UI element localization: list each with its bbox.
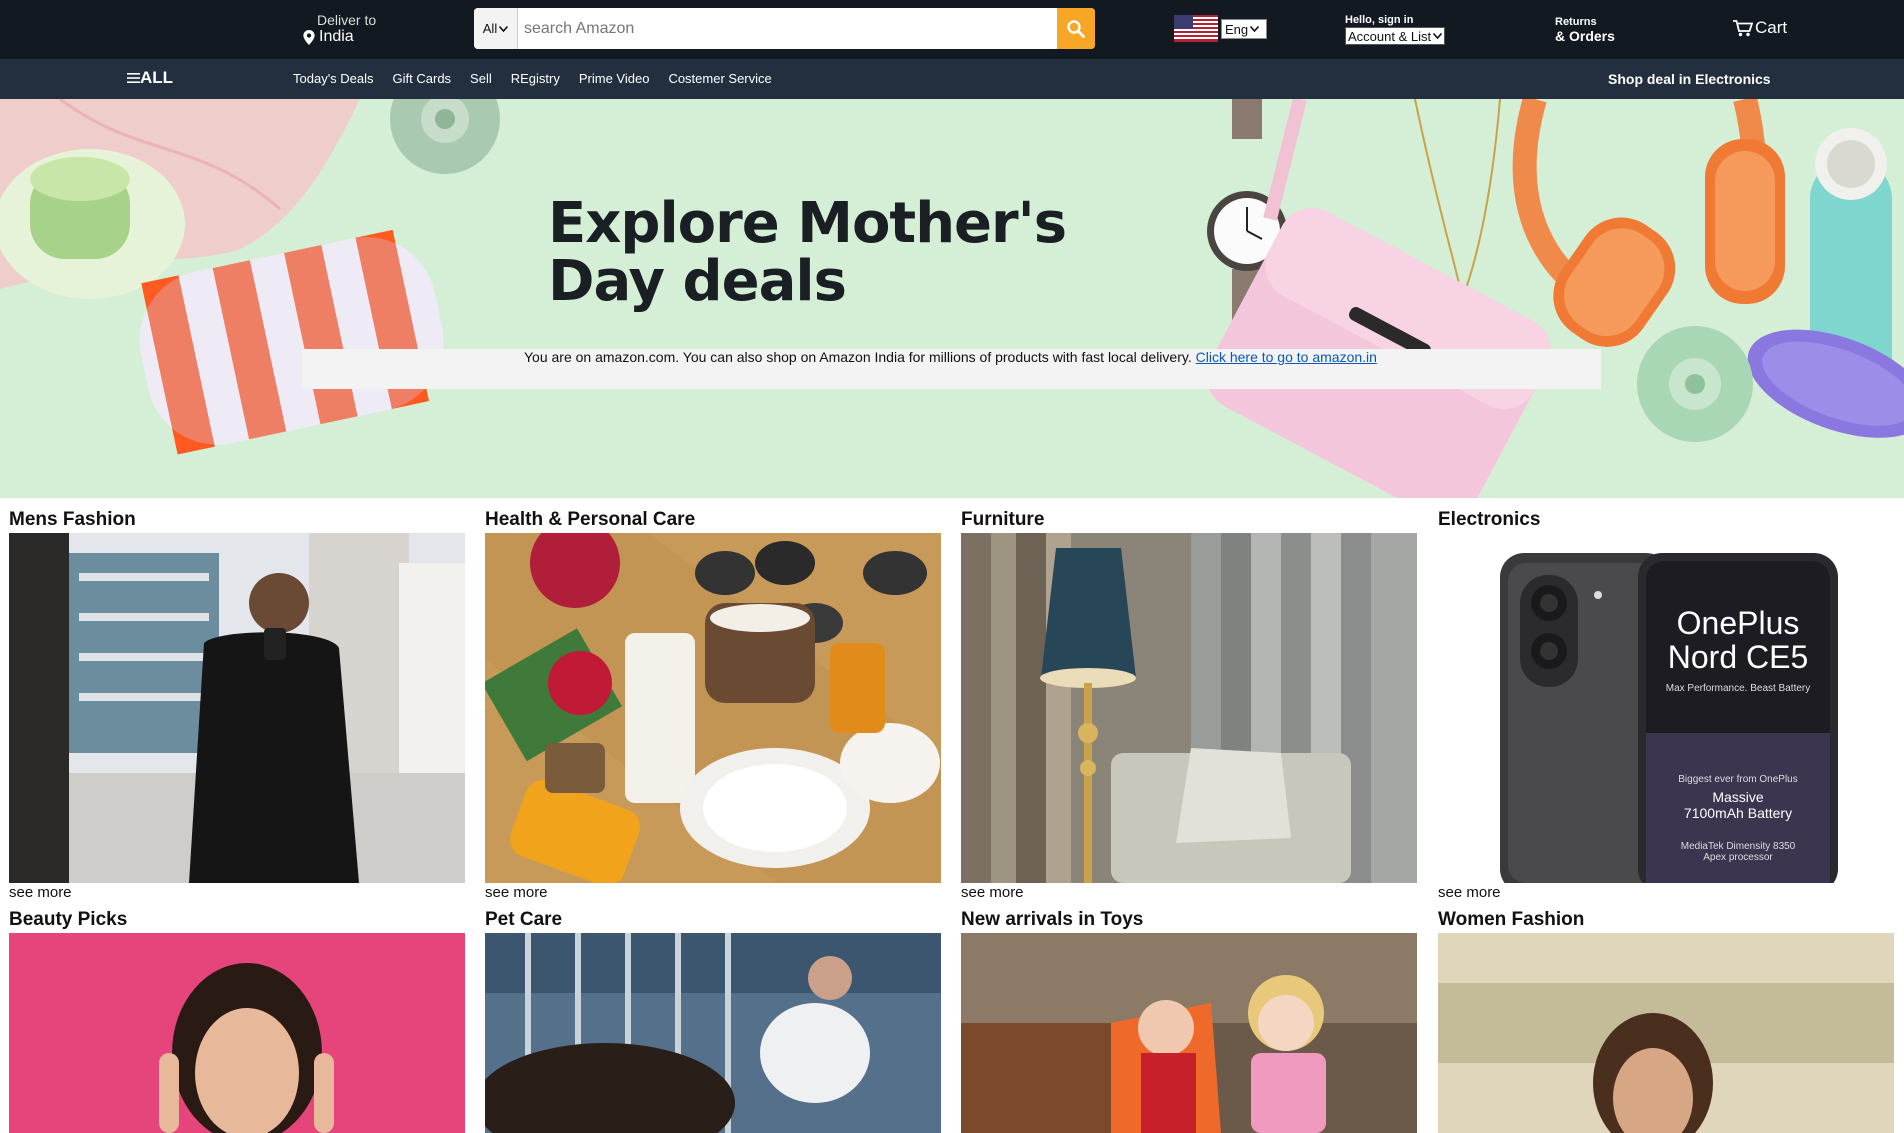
shop-deal-electronics-link[interactable]: Shop deal in Electronics (1608, 71, 1771, 87)
search-category-select[interactable]: All (474, 8, 518, 49)
card-title: Furniture (961, 509, 1045, 530)
nav-link-todays-deals[interactable]: Today's Deals (293, 71, 374, 86)
card-electronics[interactable]: Electronics OnePlus Nord CE5 Max Perform… (1438, 508, 1894, 901)
health-care-photo (485, 533, 941, 883)
see-more-link[interactable]: see more (961, 884, 1417, 901)
phone-battery: 7100mAh Battery (1683, 805, 1793, 821)
women-fashion-photo (1438, 933, 1894, 1133)
card-women-fashion[interactable]: Women Fashion (1438, 908, 1894, 1133)
nav-links: Today's Deals Gift Cards Sell REgistry P… (293, 71, 791, 86)
account-menu: Hello, sign in Account & List (1345, 14, 1446, 46)
nav-link-gift-cards[interactable]: Gift Cards (393, 71, 452, 86)
card-health-personal-care[interactable]: Health & Personal Care see more (485, 508, 941, 901)
nav-bar: ALL Today's Deals Gift Cards Sell REgist… (0, 59, 1904, 99)
beauty-picks-image[interactable] (9, 933, 465, 1133)
card-title: Health & Personal Care (485, 509, 696, 530)
phone-chip: MediaTek Dimensity 8350 (1680, 841, 1796, 852)
notice-text: You are on amazon.com. You can also shop… (524, 349, 1196, 365)
card-title: Beauty Picks (9, 909, 128, 930)
amazon-india-link[interactable]: Click here to go to amazon.in (1196, 349, 1377, 365)
amazon-india-notice: You are on amazon.com. You can also shop… (302, 349, 1601, 389)
card-pet-care[interactable]: Pet Care (485, 908, 941, 1133)
card-new-arrivals-toys[interactable]: New arrivals in Toys (961, 908, 1417, 1133)
see-more-link[interactable]: see more (485, 884, 941, 901)
hamburger-menu-icon (127, 73, 140, 83)
card-title: Electronics (1438, 509, 1541, 530)
mens-fashion-photo (9, 533, 465, 883)
hero-banner[interactable]: Explore Mother's Day deals You are on am… (0, 99, 1904, 498)
search-icon (1067, 19, 1085, 38)
cart-icon (1733, 19, 1753, 36)
mens-fashion-image[interactable] (9, 533, 465, 883)
language-select[interactable]: Eng (1221, 19, 1267, 39)
nav-link-prime-video[interactable]: Prime Video (579, 71, 650, 86)
card-title: New arrivals in Toys (961, 909, 1144, 930)
phone-brand: OnePlus (1676, 605, 1800, 641)
deliver-location: India (319, 28, 354, 45)
hero-title: Explore Mother's Day deals (548, 191, 1067, 314)
hero-title-line-1: Explore Mother's (548, 191, 1067, 256)
cart-label: Cart (1755, 18, 1788, 37)
pet-care-image[interactable] (485, 933, 941, 1133)
phone-model: Nord CE5 (1667, 639, 1809, 675)
search-bar: All (474, 8, 1095, 49)
chevron-down-icon (499, 25, 509, 32)
card-title: Pet Care (485, 909, 563, 930)
beauty-photo (9, 933, 465, 1133)
greeting-text: Hello, sign in (1345, 14, 1414, 26)
women-fashion-image[interactable] (1438, 933, 1894, 1133)
nav-link-sell[interactable]: Sell (470, 71, 492, 86)
card-furniture[interactable]: Furniture see more (961, 508, 1417, 901)
electronics-image[interactable]: OnePlus Nord CE5 Max Performance. Beast … (1438, 533, 1894, 883)
nav-link-registry[interactable]: REgistry (511, 71, 560, 86)
pet-care-photo (485, 933, 941, 1133)
card-title: Women Fashion (1438, 909, 1585, 930)
see-more-link[interactable]: see more (1438, 884, 1894, 901)
hero-title-line-2: Day deals (548, 249, 847, 314)
deliver-to[interactable]: Deliver to India (303, 12, 376, 46)
search-button[interactable] (1057, 8, 1095, 49)
phone-biggest: Biggest ever from OnePlus (1678, 774, 1798, 785)
all-menu-label: ALL (140, 68, 174, 87)
phone-massive: Massive (1712, 789, 1764, 805)
search-input[interactable] (518, 8, 1057, 49)
account-select-value: Account & List (1348, 28, 1432, 44)
see-more-link[interactable]: see more (9, 884, 465, 901)
card-beauty-picks[interactable]: Beauty Picks (9, 908, 465, 1133)
phone-tagline: Max Performance. Beast Battery (1665, 683, 1811, 694)
chevron-down-icon (1250, 26, 1260, 32)
phone-chip-2: Apex processor (1703, 852, 1773, 863)
all-menu-button[interactable]: ALL (127, 68, 173, 88)
account-list-select[interactable]: Account & List (1345, 27, 1446, 45)
toys-image[interactable] (961, 933, 1417, 1133)
cart-link[interactable]: Cart (1733, 18, 1787, 38)
location-pin-icon (303, 29, 315, 45)
search-category-value: All (482, 21, 498, 36)
returns-label: Returns (1555, 16, 1597, 28)
nav-link-customer-service[interactable]: Costemer Service (668, 71, 771, 86)
top-header: Deliver to India All Eng Hello, sign in … (0, 0, 1904, 59)
chevron-down-icon (1433, 33, 1443, 39)
card-mens-fashion[interactable]: Mens Fashion see more (9, 508, 465, 901)
health-personal-care-image[interactable] (485, 533, 941, 883)
card-title: Mens Fashion (9, 509, 136, 530)
us-flag-icon[interactable] (1174, 15, 1218, 42)
deliver-to-label: Deliver to (317, 12, 377, 28)
furniture-photo (961, 533, 1417, 883)
language-value: Eng (1225, 21, 1249, 37)
returns-orders-link[interactable]: Returns & Orders (1555, 16, 1615, 44)
orders-label: & Orders (1555, 28, 1615, 44)
furniture-image[interactable] (961, 533, 1417, 883)
toys-photo (961, 933, 1417, 1133)
